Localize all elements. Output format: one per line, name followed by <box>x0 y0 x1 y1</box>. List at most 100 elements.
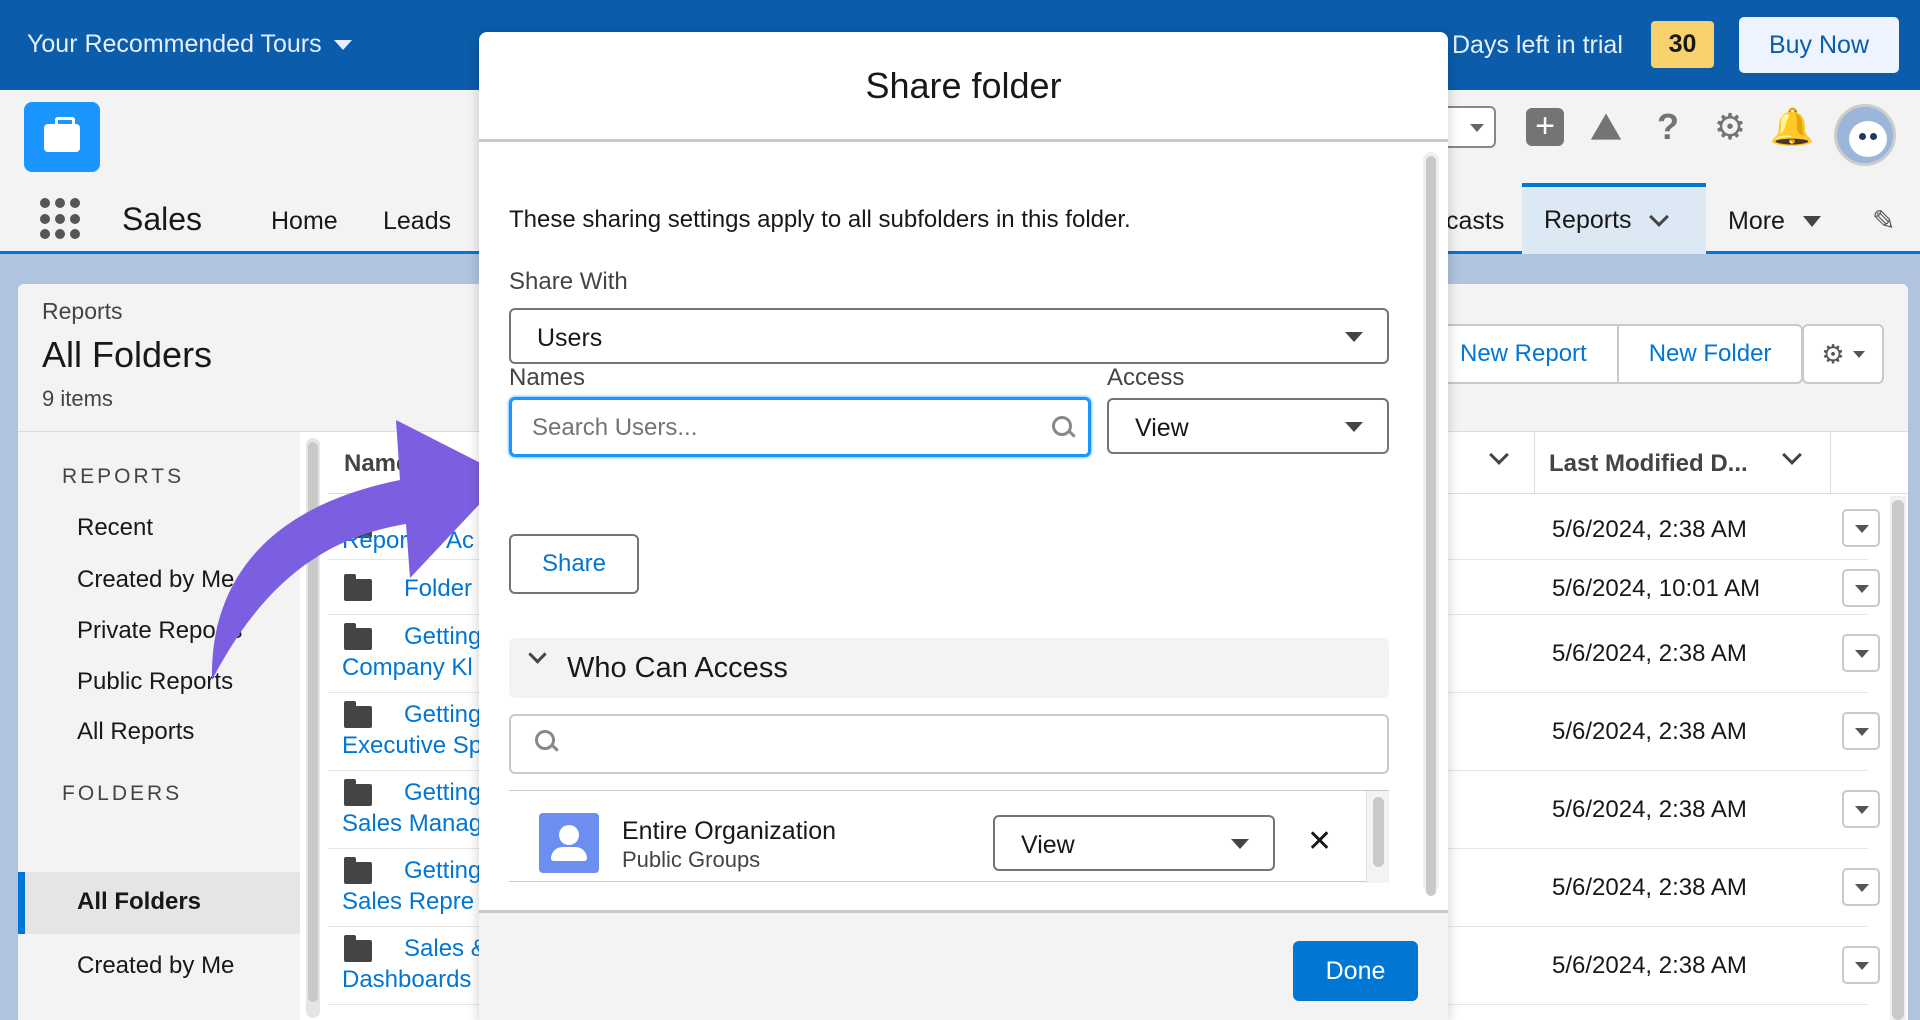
gear-icon: ⚙ <box>1821 338 1845 369</box>
folder-icon <box>344 935 372 962</box>
setup-gear-icon[interactable]: ⚙ <box>1710 106 1750 147</box>
access-entry-row: Entire Organization Public Groups View ✕ <box>509 790 1389 883</box>
folder-link-line2[interactable]: Executive Sp <box>342 732 482 760</box>
entry-access-value: View <box>1021 831 1075 859</box>
public-group-icon <box>539 813 599 873</box>
access-entry-type: Public Groups <box>622 847 761 872</box>
user-avatar[interactable] <box>1834 104 1896 166</box>
folder-link[interactable]: Sales & <box>404 935 487 963</box>
nav-tab-home[interactable]: Home <box>271 207 338 236</box>
column-header-last-modified[interactable]: Last Modified D... <box>1534 432 1831 494</box>
folder-link[interactable]: Getting <box>404 701 481 729</box>
nav-more-label: More <box>1728 207 1785 235</box>
item-count: 9 items <box>42 386 113 411</box>
nav-tab-reports[interactable]: Reports <box>1522 183 1706 254</box>
column-header-label: Last Modified D... <box>1549 450 1748 477</box>
modal-body: These sharing settings apply to all subf… <box>479 142 1448 910</box>
sidebar-item-all-folders[interactable]: All Folders <box>18 872 300 934</box>
chevron-down-icon[interactable] <box>1782 445 1802 465</box>
chevron-down-icon[interactable] <box>1489 445 1509 465</box>
trailhead-icon[interactable]: ⛰ <box>1586 106 1626 147</box>
global-actions-plus-icon[interactable]: + <box>1526 108 1564 146</box>
access-select[interactable]: View <box>1107 398 1389 454</box>
chevron-down-icon <box>528 645 547 664</box>
notifications-bell-icon[interactable]: 🔔 <box>1770 106 1815 147</box>
caret-down-icon <box>1802 216 1821 227</box>
caret-down-icon <box>1345 332 1363 342</box>
folder-icon <box>344 779 372 806</box>
new-folder-button[interactable]: New Folder <box>1618 324 1804 384</box>
share-button[interactable]: Share <box>509 534 639 594</box>
list-settings-button[interactable]: ⚙ <box>1802 324 1884 384</box>
sidebar-heading-reports: REPORTS <box>62 465 185 488</box>
app-launcher-icon[interactable] <box>40 198 82 240</box>
sidebar-item-recent[interactable]: Recent <box>77 514 153 542</box>
sidebar-item-label: All Folders <box>77 888 202 915</box>
page-title: All Folders <box>42 334 213 375</box>
modal-footer: Done <box>479 910 1448 1020</box>
who-can-access-heading: Who Can Access <box>567 652 788 684</box>
access-list-scrollbar[interactable] <box>1366 791 1389 883</box>
annotation-arrow-icon <box>211 420 507 680</box>
row-actions-dropdown[interactable] <box>1842 509 1880 547</box>
modal-header: Share folder <box>479 32 1448 142</box>
chevron-down-icon[interactable] <box>1648 206 1669 227</box>
remove-entry-close-icon[interactable]: ✕ <box>1307 827 1332 857</box>
nav-more-menu[interactable]: More <box>1728 207 1821 236</box>
tours-label: Your Recommended Tours <box>27 30 322 58</box>
done-button[interactable]: Done <box>1293 941 1418 1001</box>
entry-access-select[interactable]: View <box>993 815 1275 871</box>
app-logo[interactable] <box>24 102 100 172</box>
share-with-select[interactable]: Users <box>509 308 1389 364</box>
caret-down-icon <box>1852 350 1865 358</box>
names-search-input[interactable] <box>509 397 1091 457</box>
who-can-access-section-toggle[interactable]: Who Can Access <box>509 638 1389 698</box>
folder-link[interactable]: Getting <box>404 779 481 807</box>
nav-tab-reports-label: Reports <box>1544 206 1632 234</box>
sharing-intro-text: These sharing settings apply to all subf… <box>509 206 1131 233</box>
sidebar-heading-folders: FOLDERS <box>62 782 183 805</box>
help-icon[interactable]: ? <box>1648 106 1688 147</box>
modal-title: Share folder <box>865 64 1062 106</box>
row-actions-dropdown[interactable] <box>1842 868 1880 906</box>
last-modified-date: 5/6/2024, 2:38 AM <box>1552 516 1747 543</box>
last-modified-date: 5/6/2024, 2:38 AM <box>1552 796 1747 823</box>
folder-link-line2[interactable]: Sales Manag <box>342 810 482 838</box>
share-with-value: Users <box>537 324 603 352</box>
row-actions-dropdown[interactable] <box>1842 634 1880 672</box>
trial-days-count: 30 <box>1651 21 1714 68</box>
caret-down-icon <box>1345 422 1363 432</box>
nav-tab-leads[interactable]: Leads <box>383 207 451 236</box>
row-actions-dropdown[interactable] <box>1842 946 1880 984</box>
search-icon <box>535 730 557 752</box>
app-name: Sales <box>122 201 203 237</box>
recommended-tours-menu[interactable]: Your Recommended Tours <box>27 30 352 59</box>
row-actions-dropdown[interactable] <box>1842 712 1880 750</box>
row-actions-dropdown[interactable] <box>1842 790 1880 828</box>
buy-now-button[interactable]: Buy Now <box>1739 17 1899 73</box>
folder-link-line2[interactable]: Sales Repre <box>342 888 474 916</box>
folder-icon <box>344 701 372 728</box>
folder-link[interactable]: Getting <box>404 857 481 885</box>
table-scrollbar[interactable] <box>1890 496 1906 1020</box>
sidebar-item-all-reports[interactable]: All Reports <box>77 718 194 746</box>
last-modified-date: 5/6/2024, 2:38 AM <box>1552 952 1747 979</box>
briefcase-icon <box>44 117 80 152</box>
share-folder-modal: Share folder These sharing settings appl… <box>479 32 1448 1020</box>
avatar-face-icon <box>1849 121 1887 157</box>
row-actions-dropdown[interactable] <box>1842 569 1880 607</box>
edit-nav-pencil-icon[interactable]: ✎ <box>1872 204 1895 237</box>
folder-link-line2[interactable]: Dashboards <box>342 966 471 994</box>
last-modified-date: 5/6/2024, 2:38 AM <box>1552 874 1747 901</box>
breadcrumb: Reports <box>42 298 123 324</box>
caret-down-icon <box>333 39 352 50</box>
access-value: View <box>1135 414 1189 442</box>
sidebar-item-folders-created-by-me[interactable]: Created by Me <box>77 952 234 980</box>
favorites-dropdown[interactable] <box>1440 106 1496 148</box>
search-users-input[interactable] <box>532 412 1032 444</box>
access-label: Access <box>1107 364 1185 391</box>
caret-down-icon <box>1231 839 1249 849</box>
nav-tab-forecasts-partial[interactable]: casts <box>1446 207 1504 236</box>
modal-scrollbar[interactable] <box>1423 152 1439 896</box>
who-can-access-search[interactable] <box>509 714 1389 774</box>
